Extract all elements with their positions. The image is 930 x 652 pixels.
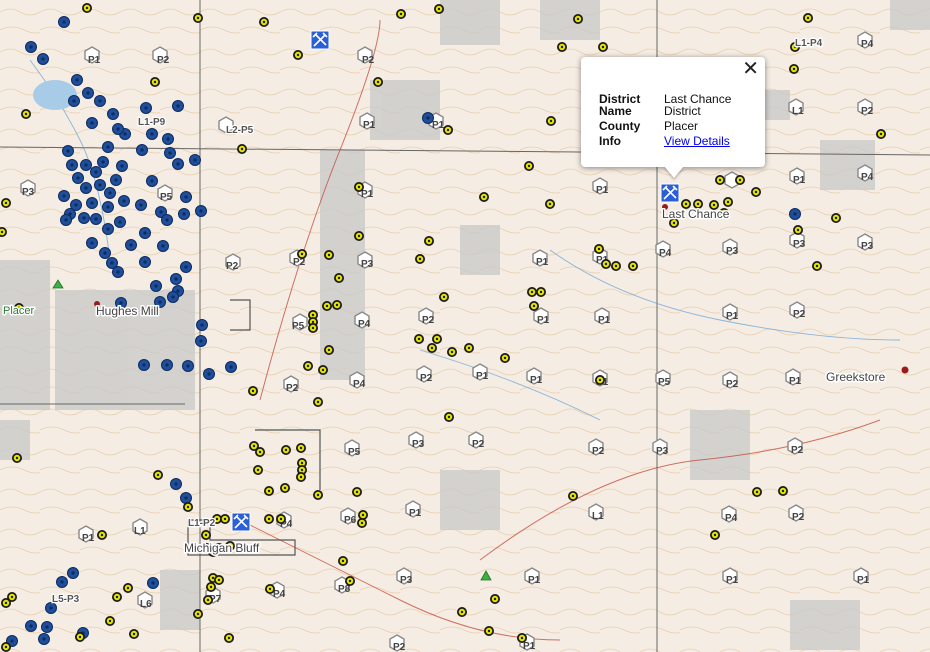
popup-pointer bbox=[664, 166, 684, 178]
mine-icon bbox=[310, 30, 330, 50]
mine-icon bbox=[231, 512, 251, 532]
map-canvas[interactable]: P1 P2 P2 P1 P1 P5 P3 P2 P2 P3 P1 P5 P4 P… bbox=[0, 0, 930, 652]
hex-label: P3 bbox=[412, 439, 425, 450]
popup-key: District Name bbox=[599, 92, 641, 118]
hex-label: P1 bbox=[793, 175, 806, 186]
hex-label: P1 bbox=[598, 315, 611, 326]
hex-label: P4 bbox=[861, 39, 874, 50]
popup-row-district: District Name Last Chance District bbox=[599, 93, 754, 117]
hex-label: P2 bbox=[420, 373, 433, 384]
hex-label: P1 bbox=[361, 189, 374, 200]
hex-label: P3 bbox=[793, 239, 806, 250]
claim-label: L2-P5 bbox=[226, 125, 254, 136]
hex-label: P4 bbox=[353, 379, 366, 390]
view-details-link[interactable]: View Details bbox=[664, 134, 730, 148]
hex-label: P3 bbox=[22, 187, 35, 198]
popup-rows: District Name Last Chance District Count… bbox=[599, 93, 754, 150]
hex-label: P2 bbox=[362, 55, 375, 66]
hex-label: P2 bbox=[393, 642, 406, 652]
place-name-michigan-bluff: Michigan Bluff bbox=[184, 541, 260, 555]
map-layer[interactable]: P1 P2 P2 P1 P1 P5 P3 P2 P2 P3 P1 P5 P4 P… bbox=[0, 0, 930, 652]
hex-label: P4 bbox=[861, 172, 874, 183]
hex-label: L1 bbox=[134, 526, 146, 537]
hex-label: P2 bbox=[592, 446, 605, 457]
hex-label: P2 bbox=[861, 106, 874, 117]
hex-label: P6 bbox=[344, 515, 357, 526]
popup-row-county: County Placer bbox=[599, 120, 754, 132]
hex-label: P5 bbox=[348, 447, 361, 458]
hex-label: P3 bbox=[861, 241, 874, 252]
hex-label: P1 bbox=[596, 185, 609, 196]
hex-label: P4 bbox=[725, 513, 738, 524]
hex-label: P4 bbox=[273, 589, 286, 600]
hex-label: P3 bbox=[726, 246, 739, 257]
popup-key: County bbox=[599, 119, 641, 133]
hex-label: P5 bbox=[292, 321, 305, 332]
hex-label: P1 bbox=[857, 575, 870, 586]
hex-label: P2 bbox=[422, 315, 435, 326]
hex-label: L1 bbox=[592, 511, 604, 522]
claim-label: L1-P2 bbox=[188, 518, 216, 529]
popup-value: Placer bbox=[664, 119, 699, 133]
hex-label: P1 bbox=[476, 371, 489, 382]
hex-label: P4 bbox=[659, 248, 672, 259]
claim-label: L5-P3 bbox=[52, 594, 80, 605]
hex-label: P2 bbox=[472, 439, 485, 450]
place-name-placer: Placer bbox=[3, 305, 35, 317]
hex-label: P1 bbox=[409, 508, 422, 519]
hex-label: P1 bbox=[537, 315, 550, 326]
hex-label: P2 bbox=[726, 379, 739, 390]
info-popup: ✕ District Name Last Chance District Cou… bbox=[581, 57, 765, 167]
place-name-last-chance: Last Chance bbox=[662, 207, 730, 221]
hex-label: P2 bbox=[793, 309, 806, 320]
hex-label: P1 bbox=[363, 120, 376, 131]
hex-label: P3 bbox=[656, 446, 669, 457]
claim-label: L1-P4 bbox=[795, 38, 823, 49]
hex-label: P2 bbox=[157, 55, 170, 66]
hex-label: P1 bbox=[82, 533, 95, 544]
hex-label: P1 bbox=[536, 257, 549, 268]
hex-label: P4 bbox=[358, 319, 371, 330]
hex-label: P1 bbox=[530, 375, 543, 386]
hex-label: P2 bbox=[226, 261, 239, 272]
hex-label: L6 bbox=[140, 599, 152, 610]
hex-label: P1 bbox=[523, 641, 536, 652]
hex-label: P2 bbox=[791, 445, 804, 456]
popup-key: Info bbox=[599, 134, 621, 148]
hex-label: P3 bbox=[361, 259, 374, 270]
popup-value: Last Chance District bbox=[664, 92, 732, 118]
hex-label: L1 bbox=[792, 106, 804, 117]
hex-label: P1 bbox=[726, 575, 739, 586]
hex-label: P5 bbox=[658, 377, 671, 388]
hex-label: P1 bbox=[789, 376, 802, 387]
popup-row-info: Info View Details bbox=[599, 135, 754, 147]
mine-icon-selected bbox=[660, 183, 680, 203]
hex-label: P1 bbox=[726, 311, 739, 322]
hex-label: P5 bbox=[160, 192, 173, 203]
hex-label: P1 bbox=[528, 575, 541, 586]
place-name-hughes-mill: Hughes Mill bbox=[96, 304, 159, 318]
close-icon[interactable]: ✕ bbox=[742, 59, 759, 79]
claim-label: L1-P9 bbox=[138, 117, 166, 128]
hex-label: P2 bbox=[286, 383, 299, 394]
popup-value: View Details bbox=[664, 135, 754, 147]
hex-label: P1 bbox=[432, 120, 445, 131]
hex-label: P1 bbox=[88, 55, 101, 66]
hex-label: P2 bbox=[792, 512, 805, 523]
hex-label: P3 bbox=[400, 575, 413, 586]
place-name-greekstore: Greekstore bbox=[826, 370, 886, 384]
